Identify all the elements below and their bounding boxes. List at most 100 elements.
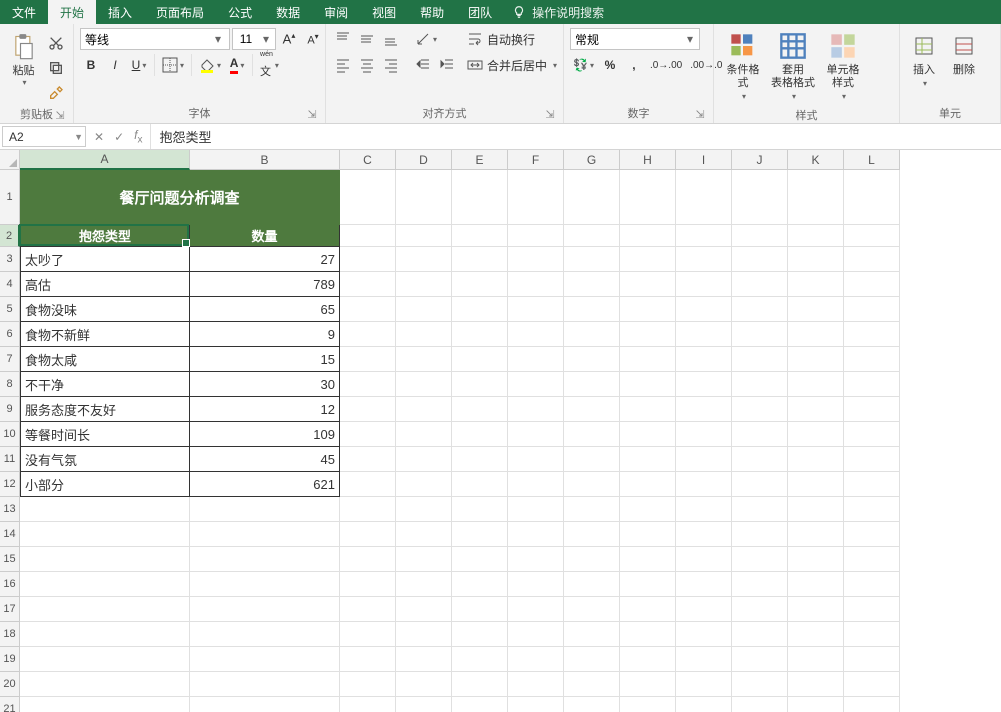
cells-area[interactable]: 餐厅问题分析调查抱怨类型数量太吵了27高估789食物没味65食物不新鲜9食物太咸… — [20, 170, 900, 712]
delete-cells-button[interactable]: 删除 — [946, 28, 982, 79]
cell-A5[interactable]: 食物没味 — [20, 297, 190, 322]
cell-I15[interactable] — [676, 547, 732, 572]
cell-H20[interactable] — [620, 672, 676, 697]
increase-font-button[interactable]: A▴ — [278, 28, 300, 50]
cell-A2[interactable]: 抱怨类型 — [20, 225, 190, 247]
column-header-C[interactable]: C — [340, 150, 396, 170]
cell-J11[interactable] — [732, 447, 788, 472]
cell-J10[interactable] — [732, 422, 788, 447]
cell-A6[interactable]: 食物不新鲜 — [20, 322, 190, 347]
cell-A14[interactable] — [20, 522, 190, 547]
cell-B2[interactable]: 数量 — [190, 225, 340, 247]
enter-formula-button[interactable]: ✓ — [114, 130, 124, 144]
align-center-button[interactable] — [356, 54, 378, 76]
tab-team[interactable]: 团队 — [456, 0, 504, 24]
cell-L18[interactable] — [844, 622, 900, 647]
cell-C8[interactable] — [340, 372, 396, 397]
cell-L5[interactable] — [844, 297, 900, 322]
cell-L20[interactable] — [844, 672, 900, 697]
cell-F17[interactable] — [508, 597, 564, 622]
conditional-formatting-button[interactable]: 条件格式▾ — [720, 28, 766, 105]
cell-A7[interactable]: 食物太咸 — [20, 347, 190, 372]
align-left-button[interactable] — [332, 54, 354, 76]
cell-C9[interactable] — [340, 397, 396, 422]
cell-C14[interactable] — [340, 522, 396, 547]
merge-center-button[interactable]: 合并后居中▾ — [464, 54, 574, 76]
cell-I11[interactable] — [676, 447, 732, 472]
tab-insert[interactable]: 插入 — [96, 0, 144, 24]
cell-E13[interactable] — [452, 497, 508, 522]
cell-L2[interactable] — [844, 225, 900, 247]
cell-C17[interactable] — [340, 597, 396, 622]
cell-B14[interactable] — [190, 522, 340, 547]
cell-F4[interactable] — [508, 272, 564, 297]
cell-L15[interactable] — [844, 547, 900, 572]
cell-K16[interactable] — [788, 572, 844, 597]
cell-K12[interactable] — [788, 472, 844, 497]
cell-H11[interactable] — [620, 447, 676, 472]
tab-data[interactable]: 数据 — [264, 0, 312, 24]
cell-D17[interactable] — [396, 597, 452, 622]
cell-A10[interactable]: 等餐时间长 — [20, 422, 190, 447]
format-painter-button[interactable] — [45, 82, 67, 104]
cell-L19[interactable] — [844, 647, 900, 672]
column-header-D[interactable]: D — [396, 150, 452, 170]
cell-B17[interactable] — [190, 597, 340, 622]
cell-G11[interactable] — [564, 447, 620, 472]
tab-formulas[interactable]: 公式 — [216, 0, 264, 24]
cell-L9[interactable] — [844, 397, 900, 422]
row-header-16[interactable]: 16 — [0, 572, 20, 597]
cell-I4[interactable] — [676, 272, 732, 297]
cell-E6[interactable] — [452, 322, 508, 347]
tab-view[interactable]: 视图 — [360, 0, 408, 24]
cell-C3[interactable] — [340, 247, 396, 272]
cell-K10[interactable] — [788, 422, 844, 447]
cell-D2[interactable] — [396, 225, 452, 247]
cell-I5[interactable] — [676, 297, 732, 322]
cell-J3[interactable] — [732, 247, 788, 272]
row-header-12[interactable]: 12 — [0, 472, 20, 497]
cell-D3[interactable] — [396, 247, 452, 272]
cell-J18[interactable] — [732, 622, 788, 647]
decrease-font-button[interactable]: A▾ — [302, 28, 324, 50]
cell-J7[interactable] — [732, 347, 788, 372]
cell-F2[interactable] — [508, 225, 564, 247]
cell-A19[interactable] — [20, 647, 190, 672]
cell-F18[interactable] — [508, 622, 564, 647]
cell-E9[interactable] — [452, 397, 508, 422]
cell-G4[interactable] — [564, 272, 620, 297]
cell-D18[interactable] — [396, 622, 452, 647]
orientation-button[interactable]: ▾ — [412, 28, 440, 50]
tell-me[interactable]: 操作说明搜索 — [504, 0, 612, 24]
cell-H17[interactable] — [620, 597, 676, 622]
cell-I17[interactable] — [676, 597, 732, 622]
column-header-F[interactable]: F — [508, 150, 564, 170]
align-top-button[interactable] — [332, 28, 354, 50]
formula-input[interactable]: 抱怨类型 — [150, 124, 1001, 149]
cell-B10[interactable]: 109 — [190, 422, 340, 447]
cell-I19[interactable] — [676, 647, 732, 672]
row-header-4[interactable]: 4 — [0, 272, 20, 297]
cell-C10[interactable] — [340, 422, 396, 447]
cell-G18[interactable] — [564, 622, 620, 647]
tab-home[interactable]: 开始 — [48, 0, 96, 24]
cell-E7[interactable] — [452, 347, 508, 372]
cell-A17[interactable] — [20, 597, 190, 622]
cell-J13[interactable] — [732, 497, 788, 522]
row-header-9[interactable]: 9 — [0, 397, 20, 422]
cell-J15[interactable] — [732, 547, 788, 572]
cell-B15[interactable] — [190, 547, 340, 572]
cell-K9[interactable] — [788, 397, 844, 422]
align-right-button[interactable] — [380, 54, 402, 76]
column-header-L[interactable]: L — [844, 150, 900, 170]
cell-F21[interactable] — [508, 697, 564, 712]
cell-K3[interactable] — [788, 247, 844, 272]
cell-H8[interactable] — [620, 372, 676, 397]
row-header-11[interactable]: 11 — [0, 447, 20, 472]
row-header-14[interactable]: 14 — [0, 522, 20, 547]
cell-C1[interactable] — [340, 170, 396, 225]
cell-J14[interactable] — [732, 522, 788, 547]
row-header-18[interactable]: 18 — [0, 622, 20, 647]
cell-D7[interactable] — [396, 347, 452, 372]
cell-I20[interactable] — [676, 672, 732, 697]
